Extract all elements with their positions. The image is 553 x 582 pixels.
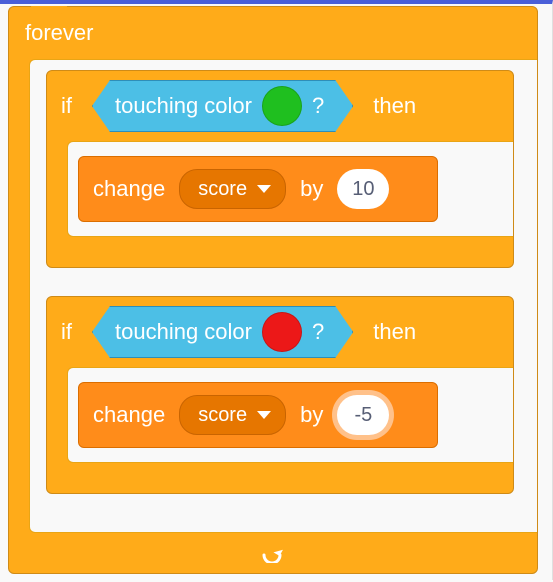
variable-name: score — [198, 404, 247, 427]
by-label: by — [300, 176, 323, 202]
by-label: by — [300, 402, 323, 428]
forever-footer — [9, 533, 537, 573]
touching-color-prefix: touching color — [115, 319, 252, 345]
forever-label: forever — [25, 20, 93, 46]
touching-color-block-1[interactable]: touching color ? — [92, 80, 353, 132]
block-notch — [31, 6, 67, 14]
if-block-1[interactable]: if touching color ? then change score — [46, 70, 514, 268]
variable-name: score — [198, 178, 247, 201]
then-keyword: then — [373, 319, 416, 345]
if-block-2[interactable]: if touching color ? then change score — [46, 296, 514, 494]
then-keyword: then — [373, 93, 416, 119]
number-input-1[interactable]: 10 — [337, 169, 389, 209]
if-footer-1 — [47, 237, 513, 267]
if-body-2: change score by -5 — [67, 367, 513, 463]
change-variable-block-1[interactable]: change score by 10 — [78, 156, 438, 222]
if-header-1: if touching color ? then — [47, 71, 513, 141]
loop-arrow-icon — [259, 542, 287, 564]
number-input-2[interactable]: -5 — [337, 395, 389, 435]
if-header-2: if touching color ? then — [47, 297, 513, 367]
scratch-script-area: forever if touching color ? then change — [0, 4, 552, 582]
touching-color-suffix: ? — [312, 319, 324, 345]
if-keyword: if — [61, 319, 72, 345]
touching-color-suffix: ? — [312, 93, 324, 119]
if-body-1: change score by 10 — [67, 141, 513, 237]
forever-block[interactable]: forever if touching color ? then change — [8, 6, 538, 574]
color-swatch-green[interactable] — [262, 86, 302, 126]
change-label: change — [93, 402, 165, 428]
chevron-down-icon — [257, 185, 271, 193]
touching-color-prefix: touching color — [115, 93, 252, 119]
change-variable-block-2[interactable]: change score by -5 — [78, 382, 438, 448]
change-label: change — [93, 176, 165, 202]
chevron-down-icon — [257, 411, 271, 419]
color-swatch-red[interactable] — [262, 312, 302, 352]
if-footer-2 — [47, 463, 513, 493]
variable-dropdown-2[interactable]: score — [179, 395, 286, 435]
touching-color-block-2[interactable]: touching color ? — [92, 306, 353, 358]
if-keyword: if — [61, 93, 72, 119]
forever-header: forever — [9, 7, 537, 59]
variable-dropdown-1[interactable]: score — [179, 169, 286, 209]
forever-body: if touching color ? then change score — [29, 59, 537, 533]
